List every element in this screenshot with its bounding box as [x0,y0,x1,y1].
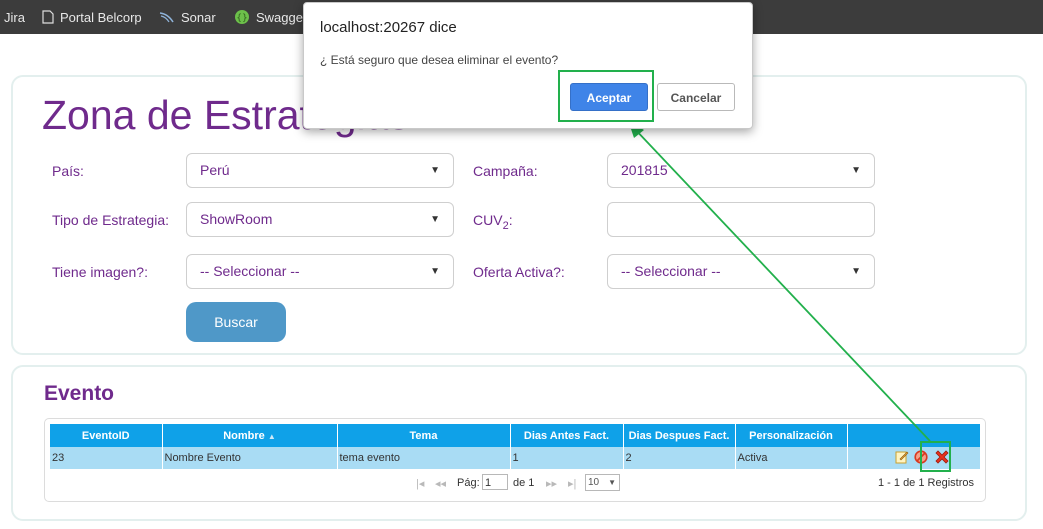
cuv-input[interactable] [607,202,875,237]
cuv-label-text: CUV [473,212,503,228]
campania-value: 201815 [621,162,668,178]
bookmark-label: Jira [4,9,25,25]
page-count: de 1 [513,477,535,489]
pager: |◂ ◂◂ Pág: 1 de 1 ▸▸ ▸| 10 ▼ 1 - 1 de 1 R… [50,473,980,495]
bookmark-portal-belcorp[interactable]: Portal Belcorp [42,0,142,34]
bookmark-label: Sonar [181,9,216,25]
page-size-select[interactable]: 10 ▼ [585,474,620,491]
cell-dias-antes: 1 [510,447,624,469]
chevron-down-icon: ▼ [430,266,440,277]
page-label: Pág: [457,477,480,489]
page-size-value: 10 [588,477,600,488]
cuv-label-suffix: : [508,212,513,228]
edit-icon[interactable] [895,450,909,467]
delete-icon-highlight [920,441,951,472]
next-page-icon[interactable]: ▸▸ [546,477,557,490]
cell-dias-despues: 2 [623,447,736,469]
tipo-estrategia-select[interactable]: ShowRoom ▼ [186,202,454,237]
tiene-imagen-label: Tiene imagen?: [52,264,148,280]
campania-label: Campaña: [473,163,538,179]
column-header-personalizacion[interactable]: Personalización [735,424,848,447]
pais-select[interactable]: Perú ▼ [186,153,454,188]
confirm-dialog: localhost:20267 dice ¿ Está seguro que d… [303,2,753,129]
column-header-nombre[interactable]: Nombre ▲ [162,424,338,447]
table-row[interactable]: 23 Nombre Evento tema evento 1 2 Activa [50,447,981,469]
column-header-nombre-label: Nombre [223,429,265,442]
prev-page-icon[interactable]: ◂◂ [435,477,446,490]
pais-label: País: [52,163,84,179]
cell-personalizacion: Activa [735,447,848,469]
bookmark-jira[interactable]: Jira [4,0,25,34]
evento-table: EventoID Nombre ▲ Tema Dias Antes Fact. … [50,424,981,469]
tiene-imagen-value: -- Seleccionar -- [200,263,300,279]
table-header-row: EventoID Nombre ▲ Tema Dias Antes Fact. … [50,424,981,447]
chevron-down-icon: ▼ [430,214,440,225]
last-page-icon[interactable]: ▸| [568,477,576,490]
campania-select[interactable]: 201815 ▼ [607,153,875,188]
swagger-icon: {} [234,9,250,25]
cell-tema: tema evento [337,447,511,469]
evento-title: Evento [44,382,115,405]
cell-actions [847,447,981,469]
records-count: 1 - 1 de 1 Registros [878,477,974,489]
cuv-label: CUV2: [473,212,513,232]
bookmark-label: Swagger [256,9,308,25]
tiene-imagen-select[interactable]: -- Seleccionar -- ▼ [186,254,454,289]
chevron-down-icon: ▼ [851,165,861,176]
page-input[interactable]: 1 [482,474,508,490]
chevron-down-icon: ▼ [430,165,440,176]
column-header-eventoid[interactable]: EventoID [50,424,163,447]
bookmark-sonar[interactable]: Sonar [159,0,216,34]
page-icon [42,10,54,24]
tipo-estrategia-label: Tipo de Estrategia: [52,212,169,228]
oferta-activa-value: -- Seleccionar -- [621,263,721,279]
accept-button-highlight [558,70,654,122]
evento-grid: EventoID Nombre ▲ Tema Dias Antes Fact. … [44,418,986,502]
bookmark-label: Portal Belcorp [60,9,142,25]
sonar-icon [159,10,175,24]
page-input-value: 1 [485,477,492,489]
pais-value: Perú [200,162,230,178]
svg-text:{}: {} [236,14,247,24]
chevron-down-icon: ▼ [851,266,861,277]
sort-icon: ▲ [267,431,276,441]
column-header-actions [847,424,981,447]
chevron-down-icon: ▼ [608,478,616,487]
cell-eventoid: 23 [50,447,163,469]
first-page-icon[interactable]: |◂ [416,477,424,490]
cancel-button[interactable]: Cancelar [657,83,735,111]
column-header-dias-antes[interactable]: Dias Antes Fact. [510,424,624,447]
oferta-activa-label: Oferta Activa?: [473,264,565,280]
column-header-tema[interactable]: Tema [337,424,511,447]
oferta-activa-select[interactable]: -- Seleccionar -- ▼ [607,254,875,289]
bookmark-swagger[interactable]: {} Swagger [234,0,307,34]
column-header-dias-despues[interactable]: Dias Despues Fact. [623,424,736,447]
buscar-button[interactable]: Buscar [186,302,286,342]
dialog-message: ¿ Está seguro que desea eliminar el even… [320,53,559,67]
tipo-estrategia-value: ShowRoom [200,211,273,227]
dialog-title: localhost:20267 dice [320,19,457,36]
cell-nombre: Nombre Evento [162,447,338,469]
